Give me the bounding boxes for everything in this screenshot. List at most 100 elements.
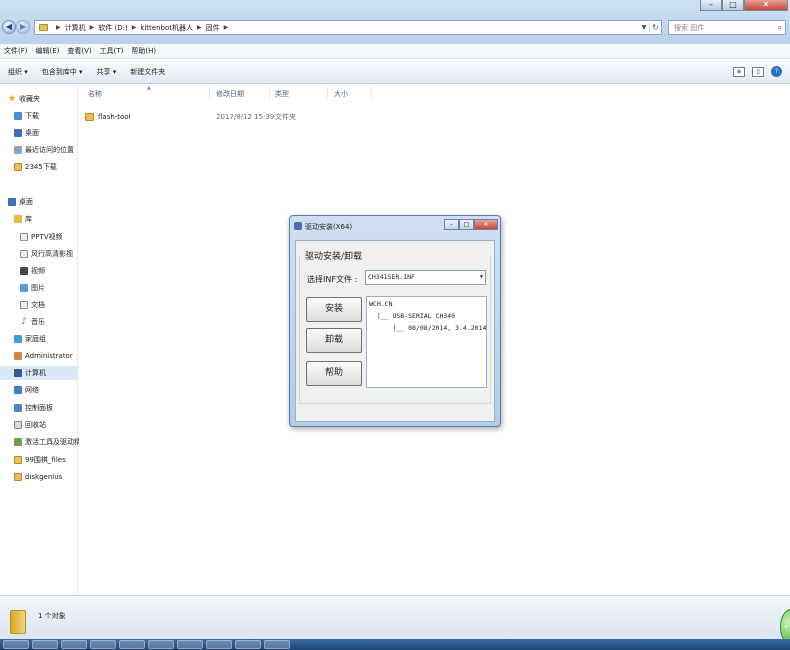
help-button[interactable]: 帮助: [306, 361, 362, 386]
chevron-down-icon: ▼: [479, 274, 483, 280]
view-options-icon[interactable]: ≡: [733, 66, 745, 77]
chevron-right-icon: ▶: [56, 24, 61, 31]
arrow-right-icon: ▶: [19, 22, 27, 31]
nav-item-label: PPTV视频: [31, 233, 63, 241]
taskbar-item[interactable]: [90, 640, 116, 649]
nav-desktop[interactable]: 桌面: [8, 195, 86, 209]
column-header-size[interactable]: 大小: [334, 89, 348, 99]
taskbar-item[interactable]: [3, 640, 29, 649]
control-panel-icon: [14, 404, 22, 412]
taskbar-item[interactable]: [148, 640, 174, 649]
recycle-bin-icon: [14, 421, 22, 429]
folder-icon: [14, 456, 22, 464]
column-header-date[interactable]: 修改日期: [216, 89, 244, 99]
organize-button[interactable]: 组织 ▾: [8, 67, 28, 77]
download-folder-icon: [14, 112, 22, 120]
help-icon[interactable]: ?: [771, 66, 782, 77]
dialog-body: 驱动安装/卸载 选择INF文件 : CH341SER.INF ▼ 安装 卸载 帮…: [295, 240, 495, 422]
folder-icon: [10, 610, 26, 634]
menu-view[interactable]: 查看(V): [67, 46, 91, 56]
preview-pane-icon[interactable]: ▯: [752, 66, 764, 77]
nav-item-label: 99围棋_files: [25, 456, 66, 464]
column-header-name[interactable]: 名称: [88, 89, 102, 99]
nav-item-label: 风行高清影视: [31, 250, 73, 258]
refresh-icon[interactable]: ↻: [649, 23, 661, 32]
taskbar-item[interactable]: [61, 640, 87, 649]
nav-item-label: diskgenius: [25, 473, 63, 481]
dialog-minimize-button[interactable]: –: [444, 219, 459, 230]
breadcrumb-item-computer[interactable]: 计算机: [65, 23, 86, 33]
taskbar-item[interactable]: [177, 640, 203, 649]
chevron-right-icon: ▶: [131, 24, 137, 31]
computer-icon: [14, 369, 22, 377]
column-divider[interactable]: [269, 87, 270, 99]
menu-file[interactable]: 文件(F): [4, 46, 28, 56]
address-bar[interactable]: ▶ 计算机 ▶ 软件 (D:) ▶ kittenbot机器人 ▶ 固件 ▶ ▼ …: [34, 20, 662, 35]
arrow-left-icon: ◀: [5, 22, 13, 31]
taskbar-item[interactable]: [235, 640, 261, 649]
install-button[interactable]: 安装: [306, 297, 362, 322]
user-folder-icon: [14, 352, 22, 360]
homegroup-icon: [14, 335, 22, 343]
breadcrumb-item-kittenbot[interactable]: kittenbot机器人: [140, 23, 193, 33]
nav-item-label: 音乐: [31, 318, 45, 326]
desktop-icon: [14, 129, 22, 137]
item-count: 1 个对象: [38, 612, 66, 620]
table-row[interactable]: flash-tool 2017/8/12 15:39 文件夹: [85, 111, 385, 123]
back-button[interactable]: ◀: [2, 20, 16, 34]
inf-file-select[interactable]: CH341SER.INF ▼: [365, 270, 486, 285]
taskbar-item[interactable]: [206, 640, 232, 649]
dialog-window-controls: – □ ✕: [444, 219, 498, 230]
nav-item-label: 控制面板: [25, 404, 53, 412]
column-divider[interactable]: [371, 87, 372, 99]
nav-item-label: 库: [25, 215, 32, 223]
details-pane: 1 个对象: [0, 595, 790, 639]
include-in-library-button[interactable]: 包含到库中 ▾: [42, 67, 83, 77]
nav-item-label: 家庭组: [25, 335, 46, 343]
column-divider[interactable]: [327, 87, 328, 99]
dialog-maximize-button[interactable]: □: [459, 219, 474, 230]
maximize-button[interactable]: □: [722, 0, 744, 11]
menu-help[interactable]: 帮助(H): [131, 46, 156, 56]
taskbar-item[interactable]: [32, 640, 58, 649]
file-type: 文件夹: [275, 113, 296, 121]
minimize-button[interactable]: –: [700, 0, 722, 11]
taskbar-item[interactable]: [264, 640, 290, 649]
nav-favorites-label: 收藏夹: [19, 95, 40, 103]
driver-info-tree: WCH.CN |__ USB-SERIAL CH340 |__ 08/08/20…: [366, 296, 487, 388]
inf-file-label: 选择INF文件 :: [307, 275, 358, 284]
close-button[interactable]: ✕: [744, 0, 788, 11]
taskbar-item[interactable]: [119, 640, 145, 649]
video-icon: [20, 267, 28, 275]
breadcrumb-item-drive[interactable]: 软件 (D:): [98, 23, 127, 33]
library-video-icon: [20, 233, 28, 241]
dialog-close-button[interactable]: ✕: [474, 219, 498, 230]
forward-button[interactable]: ▶: [16, 20, 30, 34]
tree-line-device: |__ USB-SERIAL CH340: [369, 312, 456, 320]
uninstall-button[interactable]: 卸载: [306, 328, 362, 353]
menu-tools[interactable]: 工具(T): [100, 46, 124, 56]
share-button[interactable]: 共享 ▾: [97, 67, 117, 77]
menu-bar: 文件(F) 编辑(E) 查看(V) 工具(T) 帮助(H): [0, 44, 790, 59]
address-dropdown-icon[interactable]: ▼: [639, 24, 649, 31]
folder-icon: [14, 473, 22, 481]
app-icon: [14, 438, 22, 446]
column-header-type[interactable]: 类型: [275, 89, 289, 99]
inf-file-value: CH341SER.INF: [368, 273, 415, 281]
library-icon: [14, 215, 22, 223]
breadcrumb-item-firmware[interactable]: 固件: [206, 23, 220, 33]
nav-favorites[interactable]: ★ 收藏夹: [8, 92, 86, 106]
new-folder-button[interactable]: 新建文件夹: [130, 67, 165, 77]
nav-item-label: 下载: [25, 112, 39, 120]
nav-item-label: Administrator: [25, 352, 73, 360]
group-title: 驱动安装/卸载: [305, 252, 363, 262]
menu-edit[interactable]: 编辑(E): [36, 46, 60, 56]
nav-item-label: 视频: [31, 267, 45, 275]
column-divider[interactable]: [209, 87, 210, 99]
search-input[interactable]: 搜索 固件 ⌕: [668, 20, 786, 35]
nav-item-computer[interactable]: 计算机: [0, 366, 78, 380]
nav-item-label: 桌面: [19, 198, 33, 206]
file-name: flash-tool: [98, 113, 131, 121]
recent-places-icon: [14, 146, 22, 154]
app-icon: [294, 222, 302, 230]
